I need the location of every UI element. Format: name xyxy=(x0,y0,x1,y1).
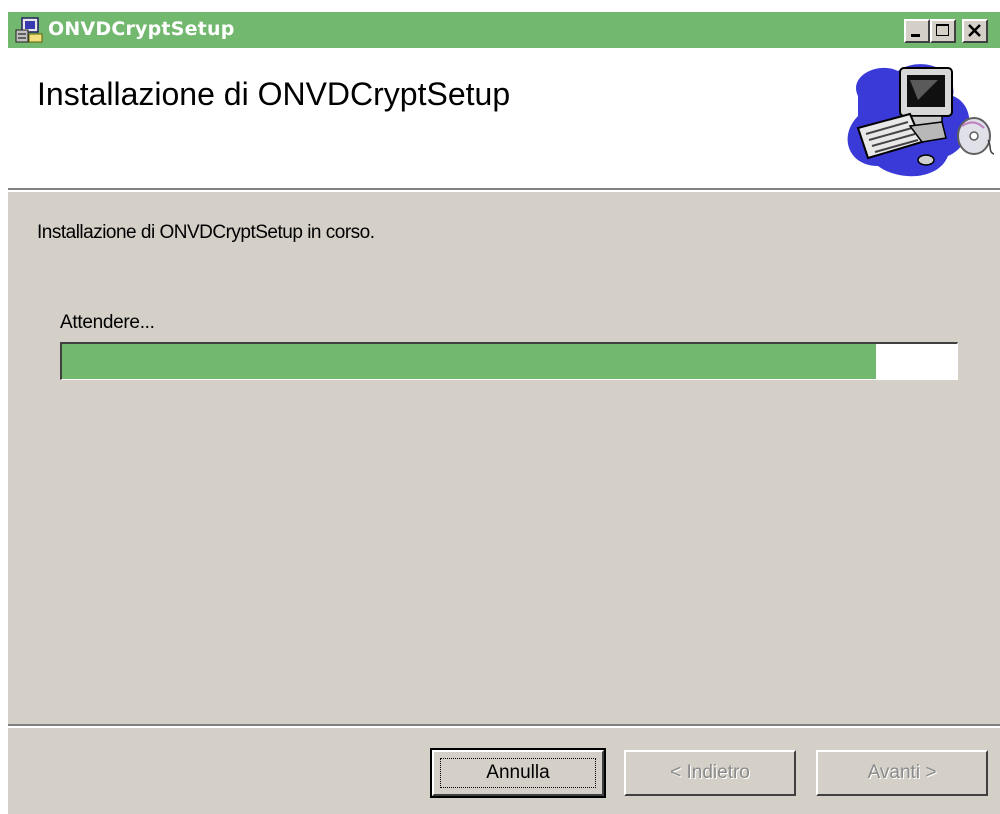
installer-window: ONVDCryptSetup Installazione di ONVDCryp… xyxy=(6,10,1000,814)
wait-label: Attendere... xyxy=(60,312,155,333)
close-icon xyxy=(968,24,981,37)
next-button[interactable]: Avanti > xyxy=(816,750,988,796)
maximize-button[interactable] xyxy=(930,19,956,43)
back-button-label: < Indietro xyxy=(670,762,750,783)
banner-title: Installazione di ONVDCryptSetup xyxy=(37,76,511,112)
minimize-icon xyxy=(911,34,920,37)
header-banner: Installazione di ONVDCryptSetup xyxy=(8,48,1000,190)
close-button[interactable] xyxy=(962,19,988,43)
footer-separator xyxy=(8,724,1000,728)
installer-icon xyxy=(15,17,43,43)
cancel-button-label: Annulla xyxy=(486,762,550,783)
progress-bar xyxy=(60,342,958,380)
minimize-button[interactable] xyxy=(904,19,930,43)
status-text: Installazione di ONVDCryptSetup in corso… xyxy=(37,222,375,243)
progress-bar-fill xyxy=(62,344,877,379)
computer-cd-illustration xyxy=(847,64,994,177)
title-bar[interactable]: ONVDCryptSetup xyxy=(8,12,1000,48)
cancel-button[interactable]: Annulla xyxy=(430,748,606,798)
maximize-icon xyxy=(936,24,949,36)
next-button-label: Avanti > xyxy=(867,762,937,783)
banner-separator xyxy=(8,190,1000,192)
back-button[interactable]: < Indietro xyxy=(624,750,796,796)
window-title: ONVDCryptSetup xyxy=(48,18,235,40)
